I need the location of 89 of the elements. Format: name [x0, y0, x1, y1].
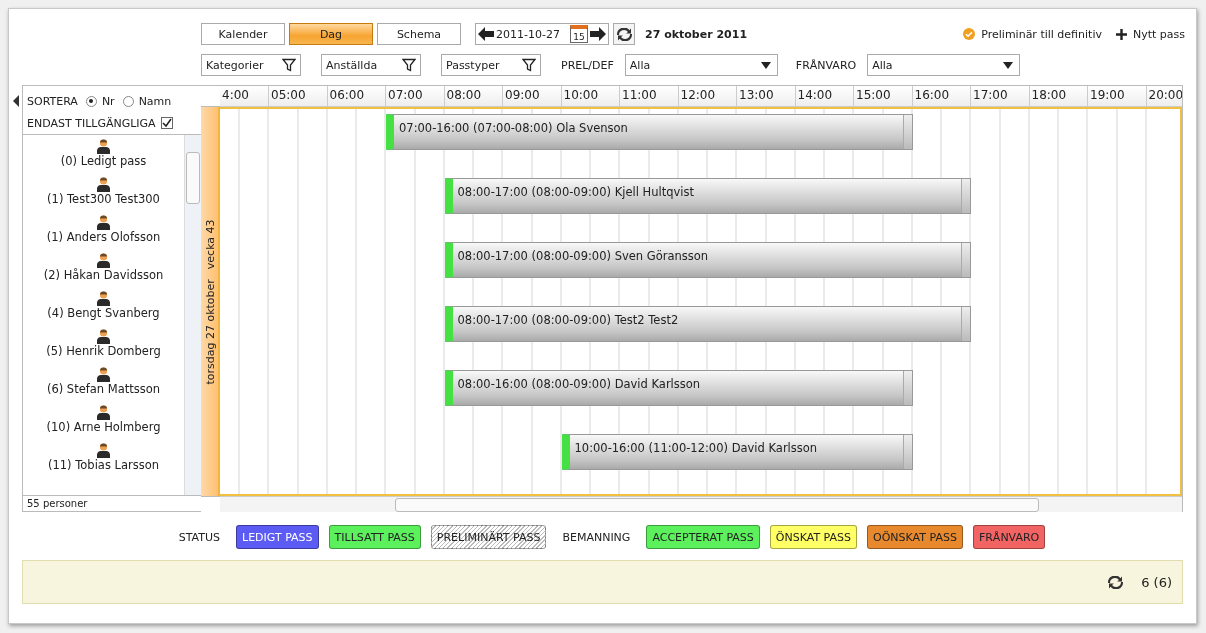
legend-chip: ACCEPTERAT PASS — [646, 525, 760, 549]
person-icon — [97, 329, 110, 344]
shift-bar[interactable]: 08:00-16:00 (08:00-09:00) David Karlsson — [444, 370, 913, 406]
check-circle-icon — [963, 28, 976, 40]
day-label: torsdag 27 oktober — [203, 278, 216, 385]
sort-label: SORTERA — [27, 94, 78, 108]
hour-label: 4:00 — [222, 87, 249, 104]
hour-label: 06:00 — [329, 87, 365, 104]
arrow-left-icon[interactable] — [478, 27, 494, 41]
person-icon — [97, 291, 110, 306]
dropdown-label: FRÅNVARO — [795, 58, 857, 72]
hour-label: 07:00 — [388, 87, 423, 104]
checkmark-icon — [161, 118, 172, 128]
person-icon — [97, 367, 110, 382]
shift-bar[interactable]: 10:00-16:00 (11:00-12:00) David Karlsson — [561, 434, 913, 470]
available-checkbox[interactable]: ENDAST TILLGÄNGLIGA — [27, 116, 173, 130]
status-label: STATUS — [178, 530, 220, 544]
hour-label: 11:00 — [622, 87, 657, 104]
person-name[interactable]: (11) Tobias Larsson — [47, 458, 159, 472]
caret-icon — [1003, 61, 1014, 69]
sort-radio[interactable]: Namn — [122, 94, 172, 108]
person-icon — [97, 177, 110, 192]
hour-label: 05:00 — [271, 87, 306, 104]
person-name[interactable]: (2) Håkan Davidsson — [43, 268, 164, 282]
refresh-icon — [616, 27, 632, 41]
person-icon — [97, 443, 110, 458]
legend-chip: LEDIGT PASS — [236, 525, 319, 549]
hour-label: 09:00 — [505, 87, 540, 104]
date-field[interactable]: 2011-10-27 — [496, 27, 568, 41]
action-link[interactable]: Nytt pass — [1115, 27, 1185, 41]
vertical-scrollbar[interactable] — [184, 135, 201, 495]
refresh-icon[interactable] — [1108, 575, 1124, 589]
filter-icon — [402, 58, 416, 72]
people-count: 55 personer — [23, 495, 201, 511]
person-name[interactable]: (0) Ledigt pass — [60, 154, 147, 168]
person-name[interactable]: (5) Henrik Domberg — [46, 344, 161, 358]
person-name[interactable]: (10) Arne Holmberg — [46, 420, 161, 434]
arrow-right-icon[interactable] — [590, 27, 606, 41]
person-icon — [97, 215, 110, 230]
person-name[interactable]: (6) Stefan Mattsson — [46, 382, 161, 396]
shift-bar[interactable]: 08:00-17:00 (08:00-09:00) Sven Göransson — [444, 242, 971, 278]
hour-label: 10:00 — [563, 87, 599, 104]
filter-button[interactable]: Passtyper — [441, 54, 541, 76]
horizontal-scrollbar[interactable] — [220, 496, 1182, 512]
hour-label: 18:00 — [1031, 87, 1067, 104]
view-tab[interactable]: Schema — [377, 23, 461, 45]
hour-label: 15:00 — [856, 87, 891, 104]
shift-bar[interactable]: 08:00-17:00 (08:00-09:00) Test2 Test2 — [444, 306, 971, 342]
dropdown-label: PREL/DEF — [561, 58, 614, 72]
person-name[interactable]: (1) Anders Olofsson — [46, 230, 161, 244]
hour-label: 13:00 — [739, 87, 774, 104]
person-icon — [97, 405, 110, 420]
person-name[interactable]: (1) Test300 Test300 — [47, 192, 160, 206]
hour-label: 17:00 — [973, 87, 1008, 104]
hour-label: 14:00 — [797, 87, 833, 104]
hour-label: 08:00 — [446, 87, 482, 104]
filter-icon — [282, 58, 296, 72]
person-icon — [97, 139, 110, 154]
caret-icon — [760, 61, 771, 69]
person-name[interactable]: (4) Bengt Svanberg — [47, 306, 160, 320]
date-title: 27 oktober 2011 — [645, 27, 748, 41]
shift-bar[interactable]: 07:00-16:00 (07:00-08:00) Ola Svenson — [386, 114, 913, 150]
sort-radio[interactable]: Nr — [85, 94, 115, 108]
collapse-arrow-icon[interactable] — [12, 95, 19, 107]
hour-label: 19:00 — [1090, 87, 1125, 104]
legend-chip: OÖNSKAT PASS — [867, 525, 963, 549]
week-label: vecka 43 — [203, 218, 216, 269]
legend-chip: FRÅNVARO — [972, 525, 1046, 549]
legend-chip: ÖNSKAT PASS — [769, 525, 858, 549]
hour-label: 20:00 — [1148, 87, 1182, 104]
person-icon — [97, 253, 110, 268]
filter-icon — [522, 58, 536, 72]
calendar-icon[interactable]: 15 — [570, 25, 588, 43]
shift-count: 6 (6) — [1141, 574, 1172, 590]
staffing-label: BEMANNING — [562, 530, 631, 544]
refresh-button[interactable] — [613, 23, 635, 45]
view-tab[interactable]: Dag — [289, 23, 373, 45]
shift-bar[interactable]: 08:00-17:00 (08:00-09:00) Kjell Hultqvist — [444, 178, 971, 214]
view-tab[interactable]: Kalender — [201, 23, 285, 45]
legend-chip: TILLSATT PASS — [328, 525, 421, 549]
filter-button[interactable]: Kategorier — [201, 54, 301, 76]
action-link[interactable]: Preliminär till definitiv — [963, 27, 1102, 41]
hour-label: 16:00 — [914, 87, 950, 104]
plus-icon — [1115, 28, 1127, 40]
filter-button[interactable]: Anställda — [321, 54, 421, 76]
legend-chip: PRELIMINÄRT PASS — [430, 525, 547, 549]
dropdown[interactable]: Alla — [867, 54, 1021, 76]
hour-label: 12:00 — [680, 87, 716, 104]
dropdown[interactable]: Alla — [624, 54, 778, 76]
